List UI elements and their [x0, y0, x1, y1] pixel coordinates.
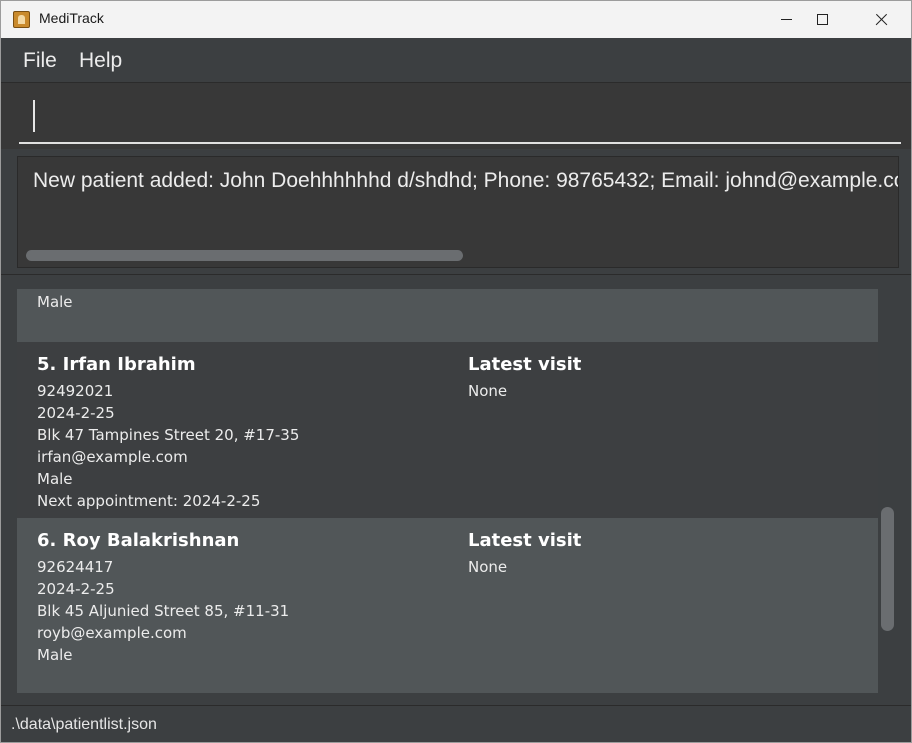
- result-message: New patient added: John Doehhhhhhd d/shd…: [33, 169, 899, 192]
- data-file-path: .\data\patientlist.json: [11, 716, 157, 733]
- patient-name: 6. Roy Balakrishnan: [37, 530, 240, 551]
- maximize-button[interactable]: [793, 1, 851, 38]
- window-title: MediTrack: [39, 10, 104, 26]
- medical-record-icon: [13, 11, 30, 28]
- patient-phone: 92492021: [37, 382, 114, 400]
- command-box: [1, 83, 911, 149]
- title-bar[interactable]: MediTrack: [1, 1, 911, 38]
- close-button[interactable]: [852, 1, 910, 38]
- horizontal-scrollbar[interactable]: [26, 250, 463, 261]
- latest-visit-value: None: [468, 382, 508, 400]
- menu-help[interactable]: Help: [79, 49, 122, 73]
- patient-address: Blk 45 Aljunied Street 85, #11-31: [37, 602, 290, 620]
- patient-card-partial[interactable]: Male: [17, 289, 878, 342]
- patient-date: 2024-2-25: [37, 580, 115, 598]
- vertical-scrollbar[interactable]: [881, 507, 894, 631]
- patient-address: Blk 47 Tampines Street 20, #17-35: [37, 426, 300, 444]
- patient-gender: Male: [37, 470, 73, 488]
- patient-card-6[interactable]: 6. Roy Balakrishnan 92624417 2024-2-25 B…: [17, 518, 878, 693]
- latest-visit-value: None: [468, 558, 508, 576]
- text-caret: [33, 100, 35, 132]
- patient-email: irfan@example.com: [37, 448, 188, 466]
- patient-email: royb@example.com: [37, 624, 187, 642]
- patient-next-appointment: Next appointment: 2024-2-25: [37, 492, 261, 510]
- app-window: MediTrack File Help New patient added: J…: [0, 0, 912, 743]
- status-bar: .\data\patientlist.json: [1, 705, 911, 742]
- patient-gender: Male: [37, 293, 73, 311]
- latest-visit-label: Latest visit: [468, 530, 582, 551]
- command-input[interactable]: [19, 94, 901, 144]
- menu-bar: File Help: [1, 38, 911, 83]
- latest-visit-label: Latest visit: [468, 354, 582, 375]
- patient-list-panel: Male 5. Irfan Ibrahim 92492021 2024-2-25…: [1, 274, 911, 705]
- patient-name: 5. Irfan Ibrahim: [37, 354, 196, 375]
- patient-list[interactable]: Male 5. Irfan Ibrahim 92492021 2024-2-25…: [17, 289, 878, 693]
- patient-gender: Male: [37, 646, 73, 664]
- result-display[interactable]: New patient added: John Doehhhhhhd d/shd…: [17, 156, 899, 268]
- patient-phone: 92624417: [37, 558, 114, 576]
- menu-file[interactable]: File: [23, 49, 57, 73]
- patient-card-5[interactable]: 5. Irfan Ibrahim 92492021 2024-2-25 Blk …: [17, 342, 878, 518]
- patient-date: 2024-2-25: [37, 404, 115, 422]
